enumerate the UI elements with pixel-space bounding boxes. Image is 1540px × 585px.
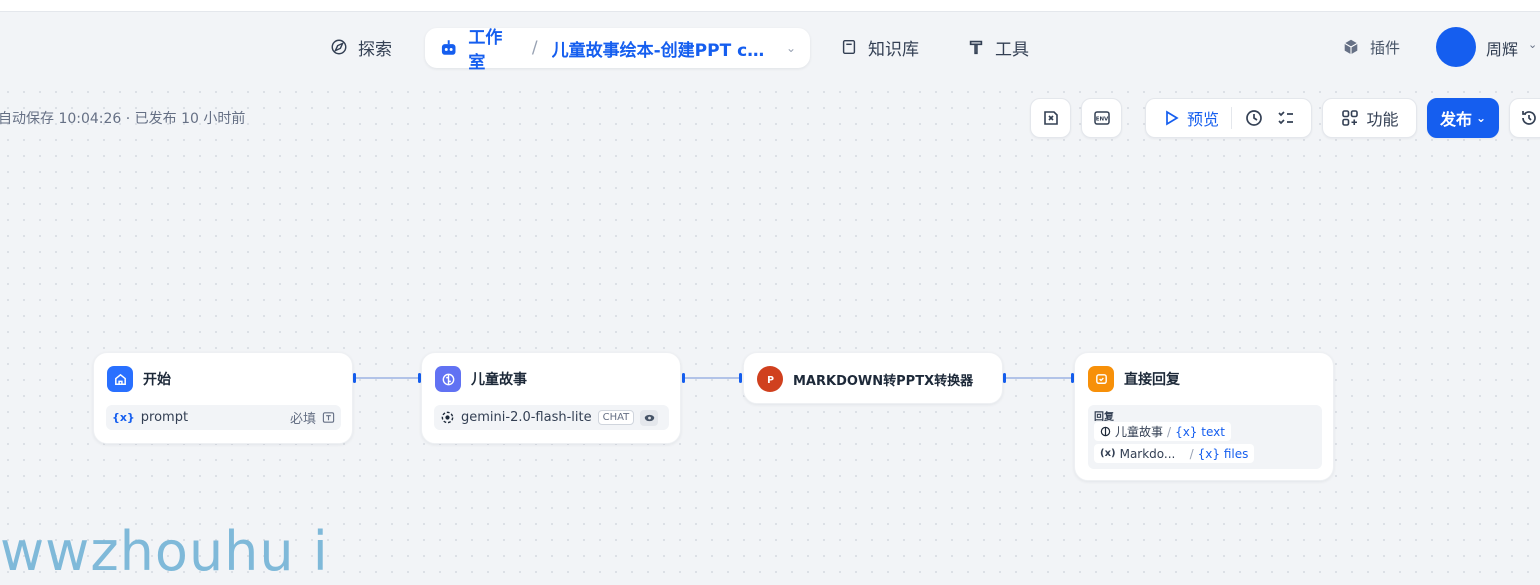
llm-model-row[interactable]: gemini-2.0-flash-lite CHAT (434, 405, 669, 430)
avatar[interactable] (1436, 27, 1476, 67)
ref-node-name: Markdo... (1119, 446, 1176, 461)
node-start-header: 开始 (107, 366, 171, 392)
variable-icon: {x} (112, 411, 135, 424)
nav-explore[interactable]: 探索 (330, 28, 392, 66)
list-check-icon (1278, 111, 1293, 125)
checklist-button[interactable] (1030, 98, 1071, 138)
nav-tools-label: 工具 (995, 39, 1029, 60)
run-history-button[interactable] (1232, 99, 1276, 137)
node-tool[interactable]: P MARKDOWN转PPTX转换器 (743, 352, 1003, 404)
powerpoint-icon: P (757, 366, 783, 392)
answer-ref-llm-text: 儿童故事 / {x} text (1094, 422, 1231, 441)
publish-button[interactable]: 发布 ⌄ (1427, 98, 1499, 138)
studio-breadcrumb[interactable]: 工作室 / 儿童故事绘本-创建PPT ch... ⌄ (425, 28, 810, 73)
answer-ref-tool-files: (x) Markdo... / {x} files (1094, 444, 1255, 463)
start-variable-row[interactable]: {x} prompt 必填 (106, 405, 341, 430)
nav-studio-label[interactable]: 工作室 (468, 23, 517, 73)
top-nav: 探索 工作室 / 儿童故事绘本-创建PPT ch... ⌄ 知识库 工具 插件 … (0, 12, 1540, 84)
breadcrumb-separator: / (531, 38, 538, 58)
ref-variable: {x} text (1175, 424, 1225, 439)
app-name[interactable]: 儿童故事绘本-创建PPT ch... (552, 36, 772, 61)
nav-plugins[interactable]: 插件 (1342, 28, 1400, 66)
edge-llm-tool (685, 377, 741, 379)
node-start-title: 开始 (143, 372, 171, 388)
required-label: 必填 (289, 412, 316, 427)
checklist-x-icon (1043, 111, 1058, 125)
node-input-handle[interactable] (739, 373, 742, 383)
svg-text:ENV: ENV (1095, 117, 1108, 123)
edge-start-llm (356, 377, 420, 379)
ref-node-name: 儿童故事 (1115, 425, 1164, 439)
home-icon (107, 366, 133, 392)
model-mode-badge: CHAT (597, 410, 635, 425)
ref-variable: {x} files (1197, 446, 1249, 461)
preview-label: 预览 (1186, 110, 1219, 129)
features-label: 功能 (1366, 110, 1399, 129)
answer-content-box[interactable]: 回复 儿童故事 / {x} text (x) Markdo... / {x} f… (1088, 405, 1322, 469)
eye-icon[interactable] (640, 409, 659, 426)
book-icon (842, 39, 856, 55)
answer-label: 回复 (1094, 412, 1114, 423)
grid-plus-icon (1342, 110, 1359, 126)
node-llm[interactable]: 儿童故事 gemini-2.0-flash-lite CHAT (421, 352, 681, 444)
compass-icon (331, 39, 347, 55)
chevron-down-icon[interactable]: ⌄ (786, 41, 796, 55)
features-button[interactable]: 功能 (1322, 98, 1417, 138)
watermark-text: wwzhouhu i (0, 520, 329, 583)
user-name[interactable]: 周辉 (1486, 36, 1518, 60)
nav-tools[interactable]: 工具 (967, 28, 1029, 66)
hammer-icon (969, 40, 983, 55)
node-start[interactable]: 开始 {x} prompt 必填 (93, 352, 353, 444)
workflow-canvas[interactable] (0, 84, 1540, 585)
cube-icon (1344, 39, 1358, 55)
env-button[interactable]: ENV (1081, 98, 1122, 138)
version-history-button[interactable] (1509, 98, 1540, 138)
model-provider-icon (441, 411, 454, 424)
node-answer-header: 直接回复 (1088, 366, 1180, 392)
chevron-down-icon[interactable]: ⌄ (1528, 38, 1537, 51)
publish-label: 发布 (1439, 110, 1472, 129)
brain-icon (1100, 426, 1111, 437)
node-llm-header: 儿童故事 (435, 366, 527, 392)
env-icon: ENV (1093, 111, 1110, 125)
nav-plugins-label: 插件 (1370, 38, 1401, 57)
browser-top-strip (0, 0, 1540, 12)
reply-icon (1088, 366, 1114, 392)
node-llm-title: 儿童故事 (471, 372, 527, 388)
text-input-icon (322, 412, 335, 423)
svg-text:P: P (767, 374, 774, 385)
checklist-view-button[interactable] (1276, 99, 1308, 137)
preview-group: 预览 (1145, 98, 1312, 138)
node-answer-title: 直接回复 (1124, 372, 1180, 388)
clock-history-icon (1246, 110, 1262, 126)
start-variable-name: prompt (140, 410, 189, 425)
nav-explore-label: 探索 (358, 39, 392, 60)
play-icon (1166, 110, 1179, 126)
brain-icon (435, 366, 461, 392)
preview-button[interactable]: 预览 (1149, 99, 1231, 137)
node-output-handle[interactable] (682, 373, 685, 383)
nav-knowledge-label: 知识库 (868, 39, 919, 60)
node-output-handle[interactable] (1003, 373, 1006, 383)
node-tool-title: MARKDOWN转PPTX转换器 (793, 373, 974, 389)
nav-knowledge[interactable]: 知识库 (840, 28, 919, 66)
llm-model-name: gemini-2.0-flash-lite (461, 410, 592, 425)
node-tool-header: P MARKDOWN转PPTX转换器 (757, 366, 973, 392)
node-answer[interactable]: 直接回复 回复 儿童故事 / {x} text (x) Markdo... / … (1074, 352, 1334, 481)
ref-separator: / (1189, 446, 1194, 461)
autosave-status: 自动保存 10:04:26 · 已发布 10 小时前 (0, 111, 246, 127)
node-output-handle[interactable] (353, 373, 356, 383)
history-icon (1522, 111, 1536, 125)
ref-separator: / (1167, 424, 1172, 439)
robot-icon (441, 40, 456, 55)
variable-icon: (x) (1100, 448, 1116, 459)
edge-tool-answer (1006, 377, 1073, 379)
chevron-down-icon: ⌄ (1475, 111, 1487, 125)
